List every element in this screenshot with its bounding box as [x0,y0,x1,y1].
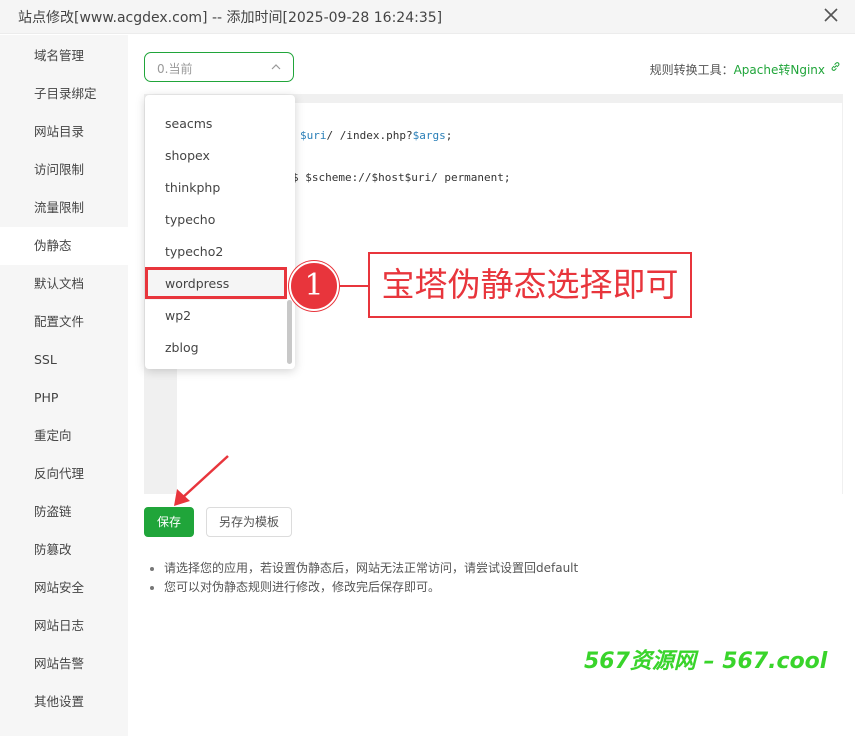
dropdown-option-typecho[interactable]: typecho [145,204,286,236]
note-item: 请选择您的应用，若设置伪静态后，网站无法正常访问，请尝试设置回default [150,559,578,578]
rewrite-template-select[interactable]: 0.当前 [144,52,294,82]
sidebar-item-proxy[interactable]: 反向代理 [0,455,128,493]
sidebar-item-site-dir[interactable]: 网站目录 [0,113,128,151]
callout-connector [339,285,369,287]
note-item: 您可以对伪静态规则进行修改，修改完后保存即可。 [150,578,578,597]
code-line-1: $uri/ /index.php?$args; [300,129,453,142]
settings-sidebar: 域名管理 子目录绑定 网站目录 访问限制 流量限制 伪静态 默认文档 配置文件 … [0,35,128,736]
dropdown-scrollbar[interactable] [287,300,292,364]
save-as-template-button[interactable]: 另存为模板 [206,507,292,537]
sidebar-item-config[interactable]: 配置文件 [0,303,128,341]
save-button[interactable]: 保存 [144,507,194,537]
dropdown-option-zblog[interactable]: zblog [145,332,286,364]
dialog-titlebar: 站点修改[www.acgdex.com] -- 添加时间[2025-09-28 … [0,0,855,34]
sidebar-item-access[interactable]: 访问限制 [0,151,128,189]
sidebar-item-redirect[interactable]: 重定向 [0,417,128,455]
sidebar-item-security[interactable]: 网站安全 [0,569,128,607]
sidebar-item-other[interactable]: 其他设置 [0,683,128,721]
sidebar-item-rewrite[interactable]: 伪静态 [0,227,128,265]
dropdown-option-wp2[interactable]: wp2 [145,300,286,332]
dropdown-option-seacms[interactable]: seacms [145,108,286,140]
rule-convert-tool: 规则转换工具：Apache转Nginx [650,61,825,78]
chevron-up-icon [271,64,281,70]
step-badge: 1 [289,261,339,311]
sidebar-item-php[interactable]: PHP [0,379,128,417]
code-line-2: $ $scheme://$host$uri/ permanent; [292,171,511,184]
sidebar-item-hotlink[interactable]: 防盗链 [0,493,128,531]
highlight-box [145,267,287,299]
dialog-title: 站点修改[www.acgdex.com] -- 添加时间[2025-09-28 … [18,10,443,26]
sidebar-item-traffic[interactable]: 流量限制 [0,189,128,227]
apache-to-nginx-link[interactable]: Apache转Nginx [734,63,825,77]
sidebar-item-logs[interactable]: 网站日志 [0,607,128,645]
dropdown-option-shopex[interactable]: shopex [145,140,286,172]
sidebar-item-domain[interactable]: 域名管理 [0,37,128,75]
sidebar-item-subdir[interactable]: 子目录绑定 [0,75,128,113]
watermark: 567资源网 – 567.cool [584,649,828,674]
rule-convert-label: 规则转换工具： [649,63,734,77]
sidebar-item-default-doc[interactable]: 默认文档 [0,265,128,303]
rewrite-template-dropdown: seacms shopex thinkphp typecho typecho2 … [145,95,295,369]
link-icon[interactable] [830,61,841,72]
close-icon[interactable] [821,5,841,25]
sidebar-item-alerts[interactable]: 网站告警 [0,645,128,683]
dropdown-option-typecho2[interactable]: typecho2 [145,236,286,268]
sidebar-item-tamper[interactable]: 防篡改 [0,531,128,569]
callout-text: 宝塔伪静态选择即可 [368,252,692,318]
select-value: 0.当前 [157,62,193,76]
dropdown-option-thinkphp[interactable]: thinkphp [145,172,286,204]
help-notes: 请选择您的应用，若设置伪静态后，网站无法正常访问，请尝试设置回default 您… [150,559,578,597]
sidebar-item-ssl[interactable]: SSL [0,341,128,379]
